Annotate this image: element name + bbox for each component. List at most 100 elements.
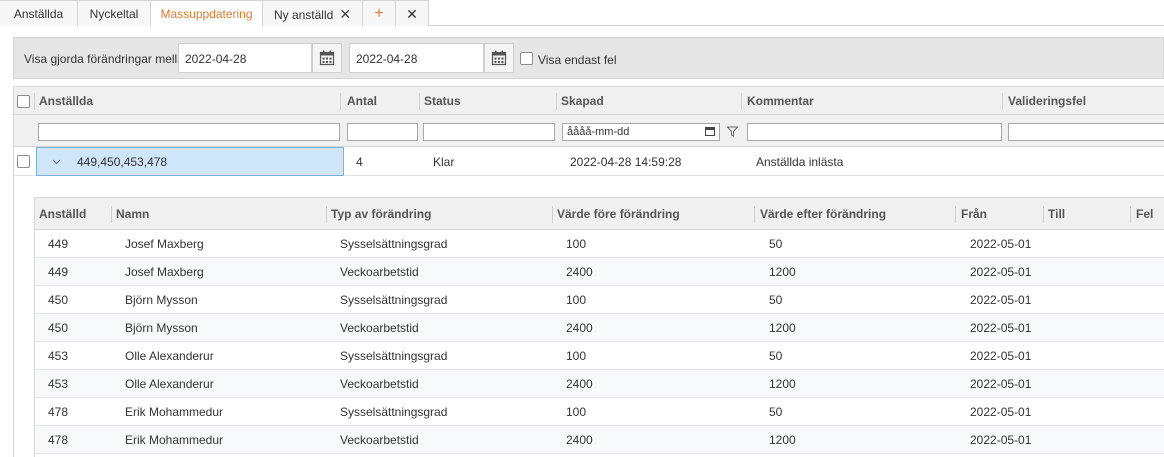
table-row[interactable]: 453 Olle Alexanderur Veckoarbetstid 2400 120… xyxy=(35,370,1164,398)
col-antal[interactable]: Antal xyxy=(347,94,377,108)
cell-fran: 2022-05-01 xyxy=(970,349,1032,363)
date-placeholder: åååå-mm-dd xyxy=(567,126,630,138)
col-kommentar[interactable]: Kommentar xyxy=(747,94,814,108)
cell-typ: Veckoarbetstid xyxy=(340,433,419,447)
tab-label: Ny anställd xyxy=(273,8,334,22)
cell-anstalld: 449 xyxy=(48,265,69,279)
table-row[interactable]: 449 Josef Maxberg Sysselsättningsgrad 100 50… xyxy=(35,230,1164,258)
change-filter-bar: Visa gjorda förändringar mellan 2022-04-… xyxy=(13,37,1164,79)
antal-filter-input[interactable] xyxy=(347,123,418,141)
col-namn[interactable]: Namn xyxy=(116,207,149,221)
cell-fore: 2400 xyxy=(566,433,593,447)
from-date-picker-button[interactable] xyxy=(312,43,342,73)
col-skapad[interactable]: Skapad xyxy=(561,94,604,108)
cell-fore: 2400 xyxy=(566,377,593,391)
row-status: Klar xyxy=(433,155,455,169)
close-icon: ✕ xyxy=(406,6,418,22)
col-anstallda[interactable]: Anställda xyxy=(39,94,93,108)
close-icon[interactable]: ✕ xyxy=(339,1,351,27)
anstallda-filter-input[interactable] xyxy=(38,123,340,141)
cell-typ: Veckoarbetstid xyxy=(340,321,419,335)
cell-namn: Erik Mohammedur xyxy=(125,433,224,447)
row-skapad: 2022-04-28 14:59:28 xyxy=(570,155,682,169)
cell-fore: 100 xyxy=(566,293,587,307)
col-typ[interactable]: Typ av förändring xyxy=(331,207,431,221)
calendar-icon xyxy=(491,50,507,66)
from-date-input[interactable]: 2022-04-28 xyxy=(178,43,312,73)
grid-filter-row: åååå-mm-dd xyxy=(14,115,1164,147)
tab-label: Nyckeltal xyxy=(89,7,139,21)
filter-icon[interactable] xyxy=(727,126,738,137)
cell-fran: 2022-05-01 xyxy=(970,265,1032,279)
to-date-picker-button[interactable] xyxy=(484,43,514,73)
table-row[interactable]: 450 Björn Mysson Sysselsättningsgrad 100 50 2… xyxy=(35,286,1164,314)
valideringsfel-filter-input[interactable] xyxy=(1008,123,1164,141)
cell-typ: Veckoarbetstid xyxy=(340,377,419,391)
add-tab-button[interactable]: + xyxy=(363,0,396,26)
tab-label: Anställda xyxy=(13,7,64,21)
col-fran[interactable]: Från xyxy=(961,207,987,221)
table-row[interactable]: 449,450,453,478 4 Klar 2022-04-28 14:59:… xyxy=(14,147,1164,176)
cell-namn: Björn Mysson xyxy=(125,321,198,335)
tab-bar: Anställda Nyckeltal Massuppdatering Ny a… xyxy=(0,0,1164,27)
col-till[interactable]: Till xyxy=(1048,207,1065,221)
cell-typ: Sysselsättningsgrad xyxy=(340,293,448,307)
table-row[interactable]: 449 Josef Maxberg Veckoarbetstid 2400 1200 20… xyxy=(35,258,1164,286)
cell-namn: Erik Mohammedur xyxy=(125,405,224,419)
col-efter[interactable]: Värde efter förändring xyxy=(760,207,886,221)
tab-massuppdatering[interactable]: Massuppdatering xyxy=(151,0,263,27)
cell-anstalld: 453 xyxy=(48,377,69,391)
filter-label: Visa gjorda förändringar mellan xyxy=(24,52,191,66)
cell-typ: Sysselsättningsgrad xyxy=(340,405,448,419)
row-antal: 4 xyxy=(356,155,363,169)
cell-efter: 1200 xyxy=(769,377,796,391)
table-row[interactable]: 450 Björn Mysson Veckoarbetstid 2400 1200 202… xyxy=(35,314,1164,342)
cell-anstalld: 450 xyxy=(48,293,69,307)
col-status[interactable]: Status xyxy=(424,94,461,108)
anstallda-cell-selected[interactable]: 449,450,453,478 xyxy=(36,147,344,176)
grid-header: Anställda Antal Status Skapad Kommentar … xyxy=(14,86,1164,115)
select-all-checkbox[interactable] xyxy=(17,95,30,108)
changes-grid: Anställda Antal Status Skapad Kommentar … xyxy=(13,86,1164,457)
cell-anstalld: 453 xyxy=(48,349,69,363)
cell-anstalld: 450 xyxy=(48,321,69,335)
col-fore[interactable]: Värde före förändring xyxy=(557,207,680,221)
cell-anstalld: 478 xyxy=(48,405,69,419)
skapad-date-filter[interactable]: åååå-mm-dd xyxy=(562,123,720,141)
col-fel[interactable]: Fel xyxy=(1136,207,1153,221)
cell-namn: Olle Alexanderur xyxy=(125,377,214,391)
cell-typ: Sysselsättningsgrad xyxy=(340,349,448,363)
close-all-tabs-button[interactable]: ✕ xyxy=(396,0,429,26)
cell-efter: 50 xyxy=(769,237,783,251)
tab-anstallda[interactable]: Anställda xyxy=(0,0,78,26)
cell-efter: 50 xyxy=(769,405,783,419)
tab-ny-anstalld[interactable]: Ny anställd ✕ xyxy=(263,0,363,26)
chevron-down-icon[interactable] xyxy=(52,159,61,165)
kommentar-filter-input[interactable] xyxy=(747,123,1002,141)
to-date-input[interactable]: 2022-04-28 xyxy=(349,43,484,73)
table-row[interactable]: 453 Olle Alexanderur Sysselsättningsgrad 10… xyxy=(35,342,1164,370)
cell-fran: 2022-05-01 xyxy=(970,321,1032,335)
cell-namn: Olle Alexanderur xyxy=(125,349,214,363)
row-checkbox[interactable] xyxy=(17,155,30,168)
only-errors-checkbox[interactable] xyxy=(520,52,533,65)
cell-anstalld: 478 xyxy=(48,433,69,447)
calendar-icon[interactable] xyxy=(705,127,715,136)
cell-efter: 1200 xyxy=(769,433,796,447)
cell-fore: 2400 xyxy=(566,321,593,335)
status-filter-input[interactable] xyxy=(423,123,555,141)
tab-nyckeltal[interactable]: Nyckeltal xyxy=(78,0,151,26)
cell-typ: Veckoarbetstid xyxy=(340,265,419,279)
col-anstalld[interactable]: Anställd xyxy=(39,207,86,221)
cell-efter: 50 xyxy=(769,349,783,363)
table-row[interactable]: 478 Erik Mohammedur Sysselsättningsgrad 100… xyxy=(35,398,1164,426)
col-valideringsfel[interactable]: Valideringsfel xyxy=(1008,94,1086,108)
only-errors-label: Visa endast fel xyxy=(538,53,617,67)
table-row[interactable]: 478 Erik Mohammedur Veckoarbetstid 2400 1200… xyxy=(35,426,1164,454)
cell-namn: Björn Mysson xyxy=(125,293,198,307)
add-icon: + xyxy=(374,5,384,22)
row-kommentar: Anställda inlästa xyxy=(756,155,844,169)
cell-efter: 50 xyxy=(769,293,783,307)
cell-fran: 2022-05-01 xyxy=(970,237,1032,251)
cell-fran: 2022-05-01 xyxy=(970,377,1032,391)
